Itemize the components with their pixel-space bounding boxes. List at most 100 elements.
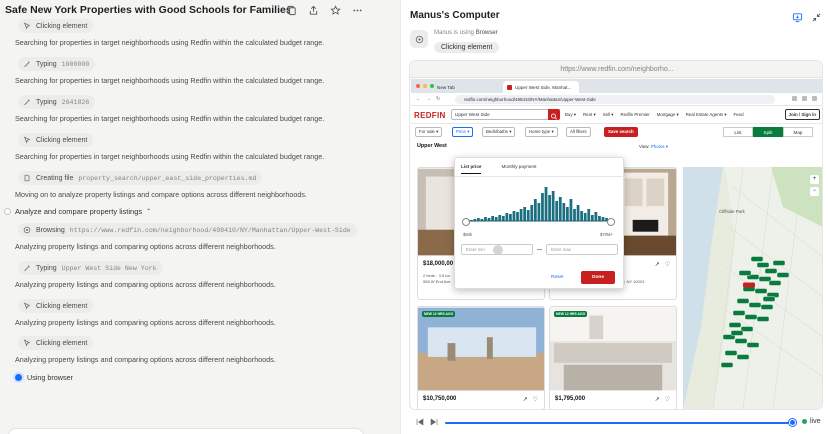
playback-bar: live [409,414,823,432]
save-search-button[interactable]: Save search [604,127,638,137]
join-signin-button[interactable]: Join / Sign in [784,109,820,120]
view-selector[interactable]: View: Photos ▾ [639,144,668,150]
task-section-header[interactable]: Analyze and compare property listings ⌃ [4,207,151,216]
redfin-nav-item[interactable]: Feed [734,112,744,118]
playback-knob[interactable] [789,419,796,426]
redfin-nav-item[interactable]: Rent ▾ [583,112,596,118]
tool-action-chip[interactable]: Typing 1000000 [18,57,96,71]
map-price-pin[interactable] [760,304,774,310]
map-price-pin[interactable] [736,298,750,304]
tab-new-tab[interactable]: New Tab [433,81,503,93]
reset-button[interactable]: Reset [551,275,564,280]
back-icon[interactable]: ← [416,96,421,102]
tool-action-chip[interactable]: Clicking element [18,19,94,33]
map-price-pin[interactable] [730,330,744,336]
map-price-pin[interactable] [772,260,786,266]
range-slider-max[interactable] [607,218,615,226]
view-list[interactable]: List [723,127,753,137]
beds-baths-filter[interactable]: Beds/baths ▾ [482,127,516,137]
zoom-in-button[interactable]: + [810,175,819,184]
tab-list-price[interactable]: List price [461,164,482,174]
map-price-pin[interactable] [746,342,760,348]
tool-action-chip[interactable]: Browsing https://www.redfin.com/neighborh… [18,223,357,237]
search-button[interactable] [548,109,560,120]
tool-action-label: Clicking element [36,339,88,347]
favorite-icon[interactable]: ♡ [665,396,670,403]
view-split[interactable]: Split [753,127,783,137]
map-price-pin[interactable] [764,268,778,274]
listing-card[interactable]: NEW 12 HRS AGO $1,795,000 ↗ ♡ [549,306,677,409]
share-listing-icon[interactable]: ↗ [655,261,660,268]
map-price-pin[interactable] [750,256,764,262]
map-price-pin[interactable] [736,354,750,360]
map-price-pin[interactable] [744,314,758,320]
collapse-icon[interactable] [811,10,822,28]
location-search-input[interactable]: Upper West Side [451,109,549,120]
map-price-pin[interactable] [756,262,770,268]
listing-card[interactable]: NEW 12 HRS AGO $10,750,000 ↗ ♡ [417,306,545,409]
close-dot[interactable] [416,84,420,88]
home-type-filter[interactable]: Home type ▾ [525,127,558,137]
skip-forward-icon[interactable] [429,417,439,427]
share-listing-icon[interactable]: ↗ [655,396,660,403]
map-price-pin[interactable] [740,326,754,332]
share-icon[interactable] [305,2,321,18]
map-price-pin[interactable] [738,270,752,276]
more-icon[interactable] [349,2,365,18]
share-listing-icon[interactable]: ↗ [523,396,528,403]
all-filters-button[interactable]: All filters [566,127,591,137]
price-max-input[interactable]: Enter max [546,244,618,255]
map-price-pin[interactable] [724,350,738,356]
range-slider-min[interactable] [462,218,470,226]
chat-input-box[interactable] [8,428,364,434]
for-sale-filter[interactable]: For sale ▾ [415,127,443,137]
map-selected-pin[interactable] [743,282,755,288]
map-price-pin[interactable] [754,288,768,294]
minimize-dot[interactable] [423,84,427,88]
map-price-pin[interactable] [732,310,746,316]
tab-monthly-payment[interactable]: Monthly payment [501,164,536,174]
redfin-logo[interactable]: REDFIN [414,111,446,120]
screen-icon[interactable] [792,10,803,28]
profile-icon[interactable] [802,96,807,101]
redfin-nav-item[interactable]: Mortgage ▾ [657,112,679,118]
address-bar[interactable]: redfin.com/neighborhood/498410/NY/Manhat… [455,95,775,104]
tab-redfin[interactable]: Upper West Side, Manhat... [503,81,579,93]
done-button[interactable]: Done [581,271,615,284]
chevron-up-icon[interactable]: ⌃ [146,208,151,215]
menu-icon[interactable] [812,96,817,101]
extension-icon[interactable] [792,96,797,101]
zoom-out-button[interactable]: − [810,187,819,196]
redfin-nav-item[interactable]: Real Estate Agents ▾ [686,112,727,118]
map-price-pin[interactable] [748,302,762,308]
active-dot-icon [15,374,22,381]
map-price-pin[interactable] [776,272,790,278]
map-price-pin[interactable] [756,316,770,322]
map-price-pin[interactable] [762,296,776,302]
favorite-icon[interactable]: ♡ [533,396,538,403]
redfin-nav-item[interactable]: Buy ▾ [565,112,576,118]
tool-action-chip[interactable]: Clicking element [18,299,94,313]
files-icon[interactable] [283,2,299,18]
redfin-nav-item[interactable]: Sell ▾ [603,112,614,118]
map-price-pin[interactable] [758,276,772,282]
playback-track[interactable] [445,422,793,424]
map-price-pin[interactable] [734,338,748,344]
map-price-pin[interactable] [728,322,742,328]
favorite-icon[interactable]: ♡ [665,261,670,268]
tool-action-chip[interactable]: Creating file property_search/upper_east_… [18,171,263,185]
map-price-pin[interactable] [768,280,782,286]
forward-icon[interactable]: → [426,96,431,102]
view-map[interactable]: Map [783,127,813,137]
tool-action-chip[interactable]: Typing Upper West Side New York [18,261,163,275]
tool-action-chip[interactable]: Clicking element [18,133,94,147]
map-price-pin[interactable] [720,362,734,368]
skip-back-icon[interactable] [415,417,425,427]
star-icon[interactable] [327,2,343,18]
tool-action-chip[interactable]: Clicking element [18,336,94,350]
price-filter[interactable]: Price ▾ [452,127,474,137]
tool-action-chip[interactable]: Typing 2641826 [18,95,96,109]
redfin-nav-item[interactable]: Redfin Premier [620,112,649,118]
reload-icon[interactable]: ↻ [436,96,440,102]
results-map[interactable]: Cliffside Park + − [683,167,822,409]
